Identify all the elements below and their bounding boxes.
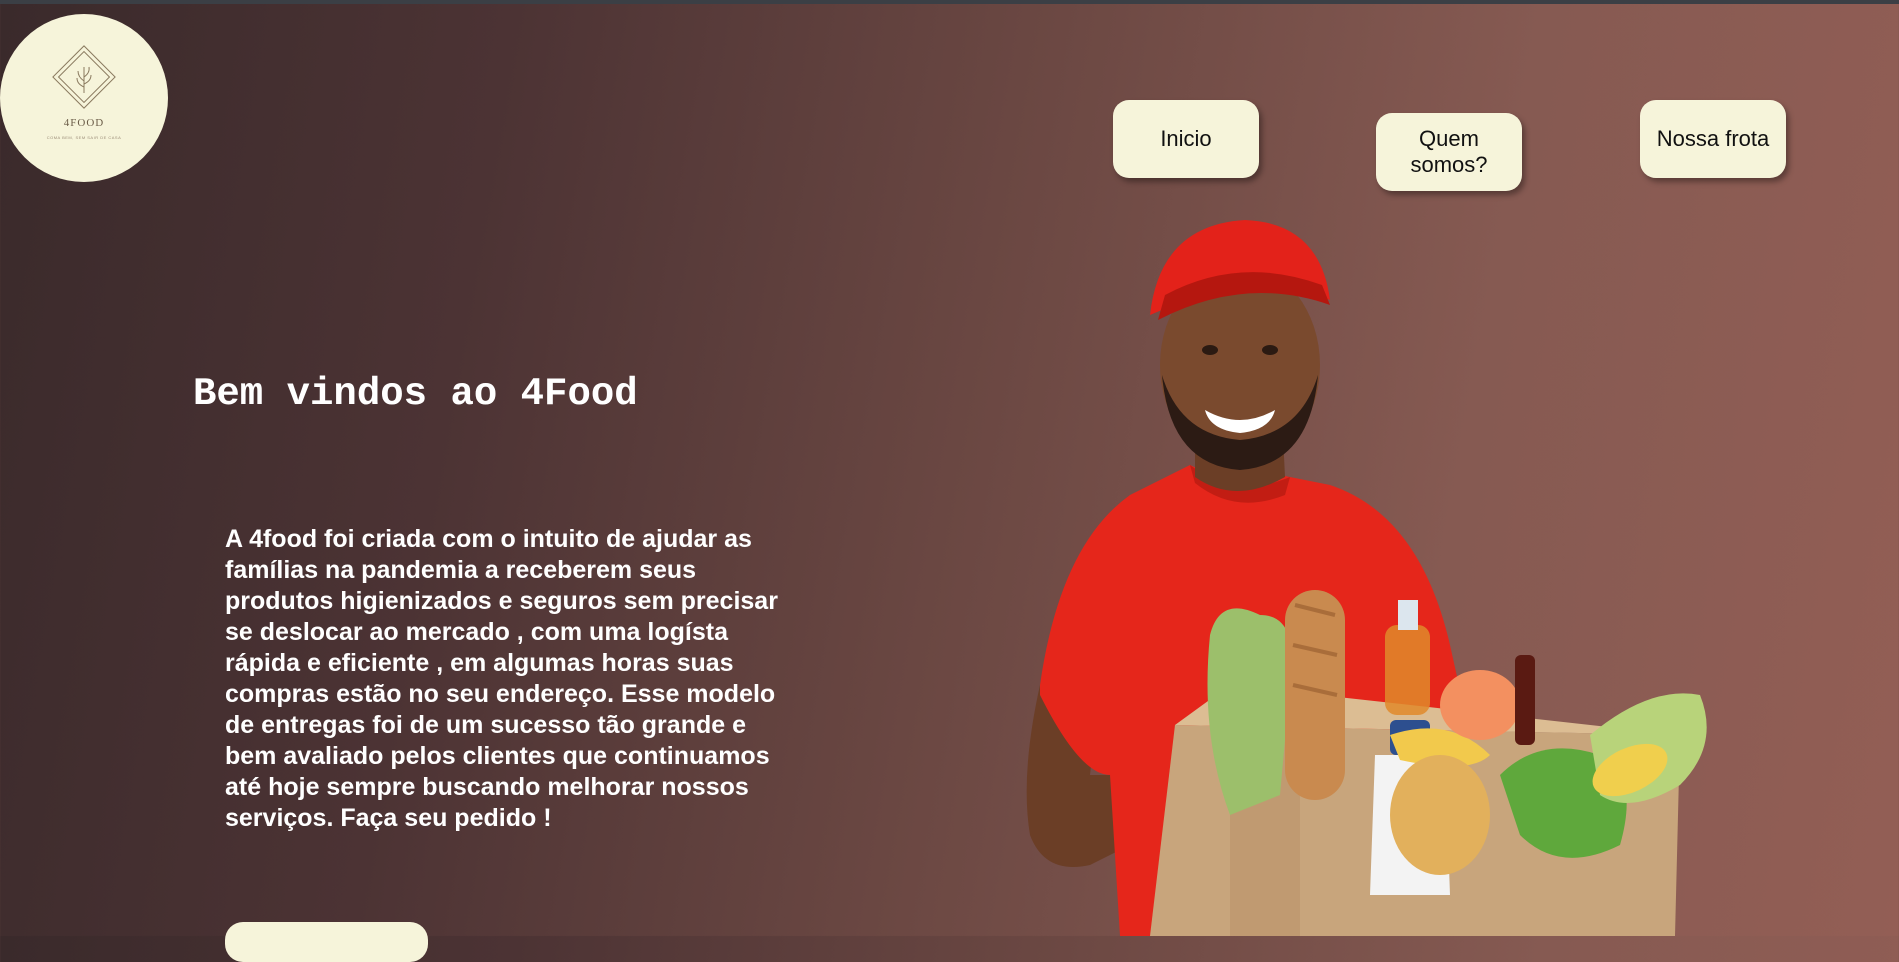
order-button[interactable]: [225, 922, 428, 962]
leaf-logo-icon: [52, 44, 116, 109]
nav-button-nossa-frota[interactable]: Nossa frota: [1640, 100, 1786, 178]
brand-tagline: COMA BEM, SEM SAIR DE CASA: [46, 134, 122, 140]
logo[interactable]: 4FOOD COMA BEM, SEM SAIR DE CASA: [0, 14, 168, 182]
delivery-man-image: [1026, 220, 1707, 936]
brand-name: 4FOOD: [63, 116, 105, 129]
nav-button-inicio[interactable]: Inicio: [1113, 100, 1259, 178]
nav-button-quem-somos[interactable]: Quem somos?: [1376, 113, 1522, 191]
hero-title: Bem vindos ao 4Food: [193, 372, 638, 416]
browser-top-border: [0, 0, 1899, 4]
hero-description: A 4food foi criada com o intuito de ajud…: [225, 525, 778, 832]
